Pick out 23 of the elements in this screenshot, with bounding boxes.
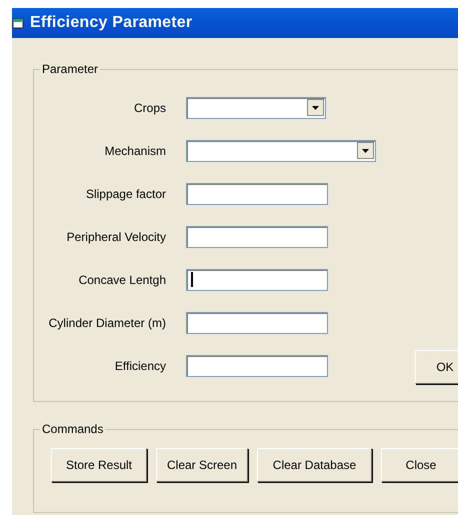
- window-title: Efficiency Parameter: [30, 14, 192, 32]
- input-field[interactable]: [186, 312, 328, 334]
- field-label: Slippage factor: [86, 186, 166, 200]
- command-button[interactable]: Store Result: [51, 448, 147, 482]
- field-label: Concave Lentgh: [78, 272, 166, 286]
- field-label: Efficiency: [114, 358, 166, 372]
- input-field[interactable]: [186, 182, 328, 204]
- dropdown[interactable]: [186, 140, 376, 162]
- group-title: Parameter: [41, 62, 100, 76]
- field-label: Mechanism: [104, 144, 166, 158]
- input-field[interactable]: [186, 226, 328, 248]
- field-label: Cylinder Diameter (m): [48, 316, 166, 330]
- group-title: Commands: [41, 422, 104, 436]
- command-button[interactable]: Close: [381, 448, 458, 482]
- field-label: Crops: [134, 100, 166, 114]
- input-field[interactable]: [186, 268, 328, 290]
- field-label: Peripheral Velocity: [66, 230, 166, 244]
- input-field[interactable]: [186, 354, 328, 376]
- ok-button[interactable]: OK: [415, 350, 458, 384]
- command-button[interactable]: Clear Screen: [156, 448, 248, 482]
- command-button[interactable]: Clear Database: [257, 448, 372, 482]
- dropdown[interactable]: [186, 96, 326, 118]
- window-icon: [12, 16, 26, 30]
